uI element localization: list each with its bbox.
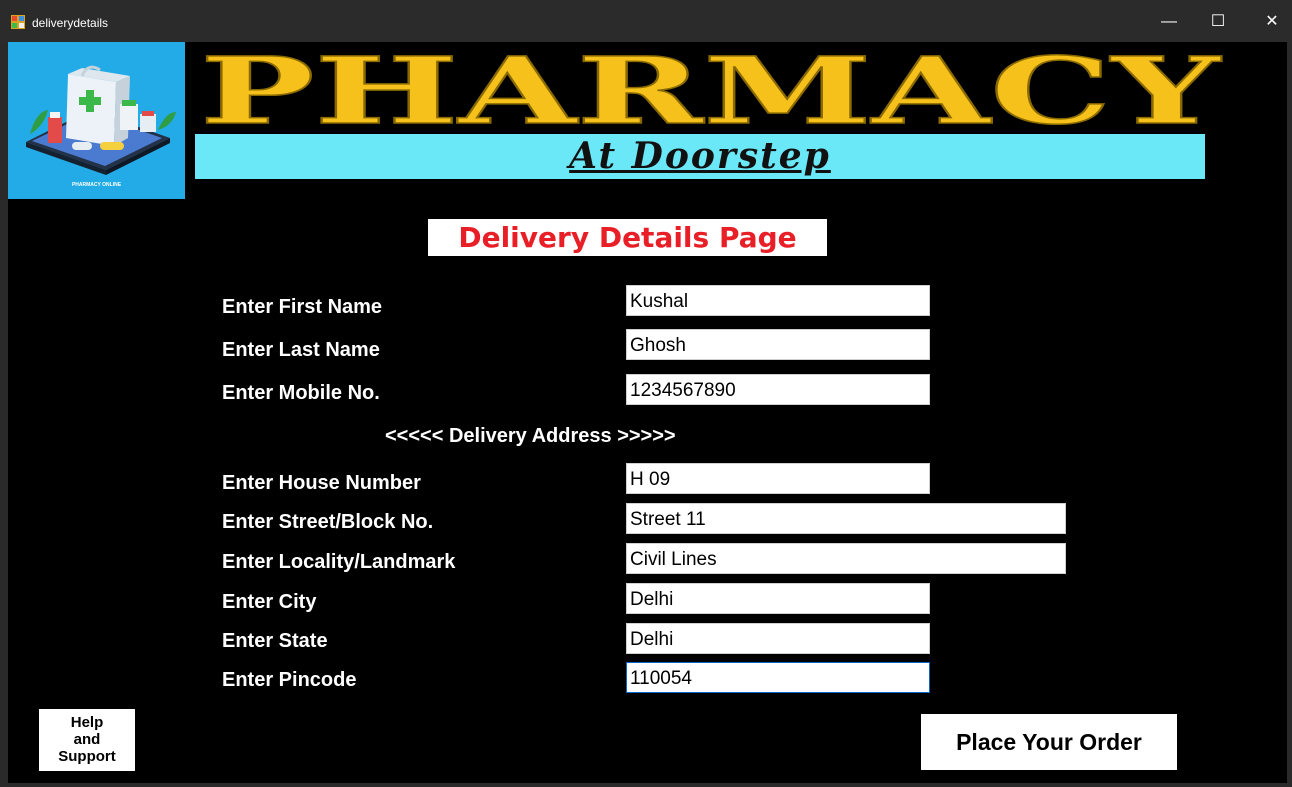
help-line-2: and bbox=[73, 731, 101, 748]
city-label: Enter City bbox=[222, 591, 317, 613]
window-title: deliverydetails bbox=[32, 16, 109, 30]
maximize-button[interactable]: ☐ bbox=[1203, 11, 1233, 33]
city-field[interactable] bbox=[626, 583, 930, 614]
delivery-address-header: <<<<< Delivery Address >>>>> bbox=[385, 425, 676, 447]
window-frame-left bbox=[0, 42, 8, 787]
locality-label: Enter Locality/Landmark bbox=[222, 551, 456, 573]
help-line-1: Help bbox=[70, 714, 104, 731]
window-frame-bottom bbox=[0, 783, 1292, 787]
window-frame-right bbox=[1287, 42, 1292, 787]
pharmacy-logo: PHARMACY ONLINE bbox=[8, 42, 185, 199]
street-field[interactable] bbox=[626, 503, 1066, 534]
mobile-field[interactable] bbox=[626, 374, 930, 405]
locality-field[interactable] bbox=[626, 543, 1066, 574]
banner-title-text: PHARMACY bbox=[200, 45, 1222, 135]
last-name-field[interactable] bbox=[626, 329, 930, 360]
mobile-label: Enter Mobile No. bbox=[222, 382, 380, 404]
logo-caption: PHARMACY ONLINE bbox=[71, 182, 122, 188]
help-line-3: Support bbox=[58, 748, 116, 765]
pincode-label: Enter Pincode bbox=[222, 669, 357, 691]
minimize-button[interactable]: — bbox=[1154, 11, 1184, 33]
place-order-button[interactable]: Place Your Order bbox=[921, 714, 1177, 770]
first-name-label: Enter First Name bbox=[222, 296, 383, 318]
pincode-field[interactable] bbox=[626, 662, 930, 693]
state-field[interactable] bbox=[626, 623, 930, 654]
pharmacy-logo-illustration bbox=[26, 65, 176, 175]
state-label: Enter State bbox=[222, 630, 328, 652]
last-name-label: Enter Last Name bbox=[222, 339, 380, 361]
help-support-button[interactable]: Help and Support bbox=[39, 709, 135, 771]
app-icon bbox=[11, 15, 25, 29]
first-name-field[interactable] bbox=[626, 285, 930, 316]
banner-title: PHARMACY bbox=[199, 45, 1223, 135]
house-number-field[interactable] bbox=[626, 463, 930, 494]
street-label: Enter Street/Block No. bbox=[222, 511, 434, 533]
banner-tagline: At Doorstep bbox=[569, 135, 831, 177]
close-button[interactable]: ✕ bbox=[1257, 11, 1287, 33]
banner-tagline-box: At Doorstep bbox=[195, 134, 1205, 179]
house-number-label: Enter House Number bbox=[222, 472, 421, 494]
window-titlebar: deliverydetails — ☐ ✕ bbox=[0, 0, 1292, 42]
page-title: Delivery Details Page bbox=[428, 219, 827, 256]
